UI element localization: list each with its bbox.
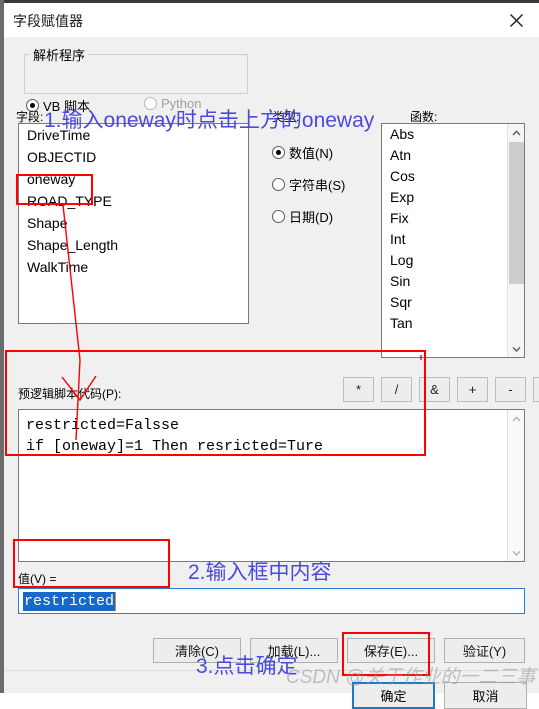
value-label: 值(V) = — [18, 572, 57, 586]
list-item[interactable]: Cos — [382, 166, 524, 187]
parser-legend: 解析程序 — [30, 45, 89, 64]
list-item[interactable]: WalkTime — [19, 256, 248, 278]
radio-indicator — [272, 210, 285, 223]
radio-type-numeric[interactable]: 数值(N) — [272, 143, 333, 162]
field-calculator-dialog: 字段赋值器 解析程序 VB 脚本 Python 字段: 类型: 函数: Driv… — [4, 3, 539, 709]
list-item[interactable]: Abs — [382, 124, 524, 145]
radio-parser-vb-label: VB 脚本 — [43, 99, 90, 114]
radio-indicator — [272, 146, 285, 159]
functions-listbox[interactable]: Abs Atn Cos Exp Fix Int Log Sin Sqr Tan — [381, 123, 525, 358]
code-editor[interactable]: restricted=Falsse if [oneway]=1 Then res… — [18, 409, 525, 562]
list-item[interactable]: Int — [382, 229, 524, 250]
list-item[interactable]: Fix — [382, 208, 524, 229]
operator-divide-button[interactable]: / — [381, 377, 412, 402]
radio-type-string-label: 字符串(S) — [289, 178, 346, 193]
operator-equals-button[interactable]: = — [533, 377, 539, 402]
save-button[interactable]: 保存(E)... — [347, 638, 435, 663]
radio-indicator — [272, 178, 285, 191]
value-input-text: restricted — [23, 592, 117, 611]
clear-button[interactable]: 清除(C) — [153, 638, 241, 663]
list-item[interactable]: Tan — [382, 313, 524, 334]
code-scrollbar[interactable] — [507, 410, 524, 561]
operator-multiply-button[interactable]: * — [343, 377, 374, 402]
chevron-up-icon[interactable] — [508, 124, 524, 141]
radio-parser-python-label: Python — [161, 96, 202, 111]
list-item[interactable]: Sqr — [382, 292, 524, 313]
list-item[interactable]: oneway — [19, 168, 248, 190]
list-item[interactable]: Sin — [382, 271, 524, 292]
footer-separator — [4, 670, 539, 671]
value-input[interactable]: restricted — [18, 588, 525, 614]
functions-scrollbar[interactable] — [507, 124, 524, 357]
list-item[interactable]: Log — [382, 250, 524, 271]
list-item[interactable]: DriveTime — [19, 124, 248, 146]
code-label: 预逻辑脚本代码(P): — [18, 387, 122, 401]
list-item[interactable]: Atn — [382, 145, 524, 166]
radio-type-string[interactable]: 字符串(S) — [272, 175, 345, 194]
window-title: 字段赋值器 — [13, 13, 83, 29]
operator-concat-button[interactable]: & — [419, 377, 450, 402]
radio-type-date[interactable]: 日期(D) — [272, 207, 333, 226]
validate-button[interactable]: 验证(Y) — [444, 638, 525, 663]
load-button[interactable]: 加载(L)... — [250, 638, 338, 663]
radio-type-date-label: 日期(D) — [289, 210, 334, 225]
list-item[interactable]: ROAD_TYPE — [19, 190, 248, 212]
titlebar: 字段赋值器 — [4, 3, 539, 37]
list-item[interactable]: Exp — [382, 187, 524, 208]
code-editor-text: restricted=Falsse if [oneway]=1 Then res… — [26, 417, 324, 455]
chevron-down-icon[interactable] — [508, 544, 524, 561]
list-item[interactable]: Shape — [19, 212, 248, 234]
close-icon[interactable] — [493, 3, 539, 37]
operator-minus-button[interactable]: - — [495, 377, 526, 402]
type-label: 类型: — [272, 110, 300, 124]
radio-indicator — [144, 97, 157, 110]
cancel-button[interactable]: 取消 — [444, 682, 527, 709]
list-item[interactable]: Shape_Length — [19, 234, 248, 256]
list-item[interactable]: OBJECTID — [19, 146, 248, 168]
fields-listbox[interactable]: DriveTime OBJECTID oneway ROAD_TYPE Shap… — [18, 123, 249, 324]
operator-plus-button[interactable]: + — [457, 377, 488, 402]
chevron-up-icon[interactable] — [508, 410, 524, 427]
radio-type-numeric-label: 数值(N) — [289, 146, 334, 161]
radio-parser-python[interactable]: Python — [144, 96, 201, 111]
ok-button[interactable]: 确定 — [352, 682, 435, 709]
dialog-content: 解析程序 VB 脚本 Python 字段: 类型: 函数: DriveTime … — [4, 37, 539, 709]
scrollbar-thumb[interactable] — [509, 142, 524, 284]
chevron-down-icon[interactable] — [508, 340, 524, 357]
operator-button-row: * / & + - = — [343, 377, 539, 402]
